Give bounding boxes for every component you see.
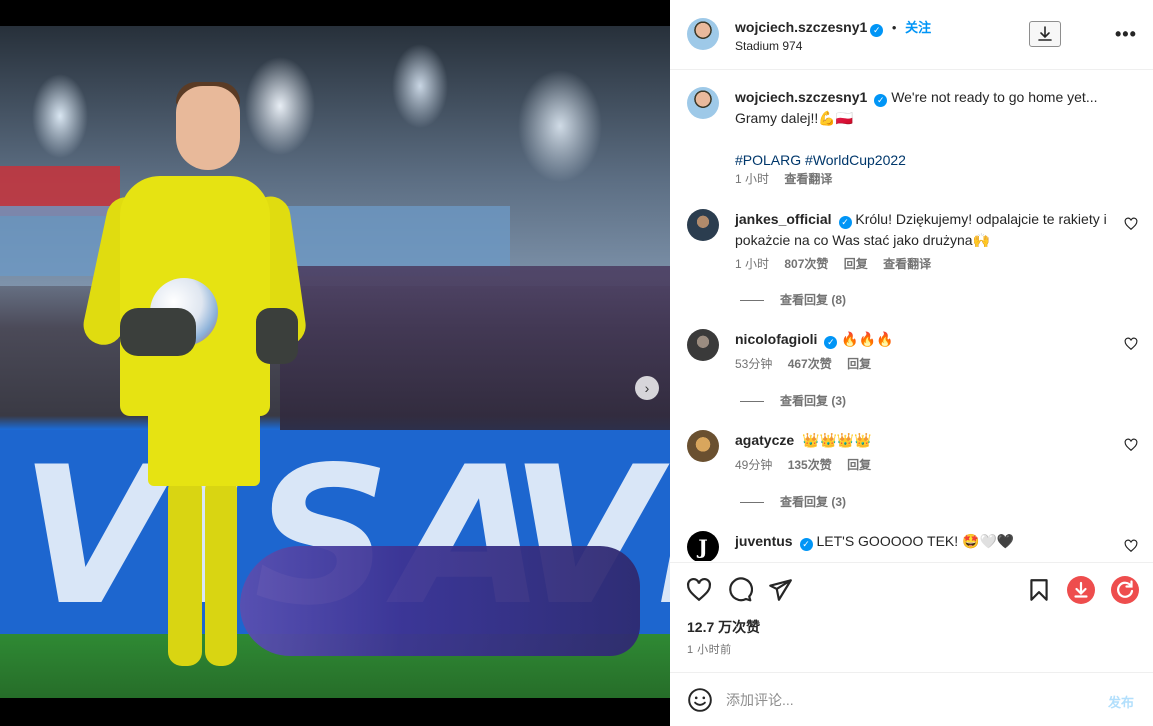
extension-refresh-button[interactable] [1111, 576, 1139, 604]
comment-time[interactable]: 49分钟 [735, 458, 772, 472]
post-comment-button[interactable]: 发布 [1108, 692, 1134, 711]
caption-translate-link[interactable]: 查看翻译 [784, 172, 832, 186]
like-comment-heart-icon[interactable] [1124, 337, 1138, 351]
comments-list[interactable]: wojciech.szczesny1 ✓ We're not ready to g… [670, 70, 1153, 561]
like-heart-icon[interactable] [686, 577, 712, 603]
caption-username[interactable]: wojciech.szczesny1 [735, 89, 867, 105]
photo-keeper-leg [168, 476, 202, 666]
verified-badge-icon: ✓ [874, 94, 888, 107]
like-comment-heart-icon[interactable] [1124, 217, 1138, 231]
follow-button[interactable]: 关注 [905, 20, 931, 35]
caption: wojciech.szczesny1 ✓ We're not ready to g… [687, 87, 1137, 187]
comment-likes[interactable]: 135次赞 [788, 458, 832, 472]
chevron-right-icon: › [644, 380, 650, 396]
share-send-icon[interactable] [767, 577, 793, 603]
photo-keeper-glove [256, 308, 298, 364]
comment-username[interactable]: nicolofagioli [735, 331, 817, 347]
comment-translate-link[interactable]: 查看翻译 [883, 257, 931, 271]
caption-author-avatar[interactable] [687, 87, 719, 119]
comment-avatar[interactable]: J [687, 531, 719, 561]
comment-reply-button[interactable]: 回复 [844, 257, 868, 271]
save-bookmark-icon[interactable] [1026, 577, 1052, 603]
like-comment-heart-icon[interactable] [1124, 438, 1138, 452]
view-replies-button[interactable]: 查看回复 (3) [740, 392, 846, 409]
comment-text: juventus ✓ LET'S GOOOOO TEK! 🤩🤍🖤 [735, 531, 1107, 552]
author-username[interactable]: wojciech.szczesny1 [735, 19, 867, 35]
extension-download-button[interactable] [1067, 576, 1095, 604]
caption-line-2: Gramy dalej!!💪🇵🇱 [735, 110, 854, 126]
emoji-smiley-icon[interactable] [687, 687, 713, 713]
like-count[interactable]: 12.7 万次赞 [687, 617, 760, 637]
comment-username[interactable]: jankes_official [735, 211, 832, 227]
comment-username[interactable]: agatycze [735, 432, 794, 448]
comment-message: 🔥🔥🔥 [841, 331, 894, 347]
caption-line-1: We're not ready to go home yet... [891, 89, 1098, 105]
comment-avatar[interactable] [687, 430, 719, 462]
view-replies-button[interactable]: 查看回复 (8) [740, 291, 846, 308]
carousel-next-button[interactable]: › [635, 376, 659, 400]
comment-text: agatycze 👑👑👑👑 [735, 430, 1107, 451]
download-arrow-icon [1074, 581, 1088, 598]
author-line: wojciech.szczesny1 ✓ • 关注 [735, 17, 931, 37]
comment-meta: 49分钟 135次赞 回复 [735, 456, 883, 473]
photo-keeper-glove [120, 308, 196, 356]
caption-text: wojciech.szczesny1 ✓ We're not ready to g… [735, 87, 1107, 171]
comment-meta: 1 小时 807次赞 回复 查看翻译 [735, 255, 943, 272]
comment-composer: 发布 [670, 672, 1153, 726]
caption-hashtags[interactable]: #POLARG #WorldCup2022 [735, 152, 906, 168]
separator-dot: • [891, 20, 897, 35]
download-button[interactable] [1029, 21, 1061, 47]
verified-badge-icon: ✓ [838, 216, 852, 229]
comment-message: 👑👑👑👑 [802, 432, 872, 448]
view-replies-button[interactable]: 查看回复 (3) [740, 493, 846, 510]
refresh-icon [1117, 580, 1134, 598]
comment-avatar[interactable] [687, 209, 719, 241]
post-actions: 12.7 万次赞 1 小时前 [670, 562, 1153, 672]
download-icon [1038, 26, 1052, 41]
comment-text: jankes_official ✓ Królu! Dziękujemy! odpa… [735, 209, 1107, 251]
post-detail-panel: wojciech.szczesny1 ✓ • 关注 Stadium 974 •••… [670, 0, 1153, 726]
comment-time[interactable]: 1 小时 [735, 257, 769, 271]
author-avatar[interactable] [687, 18, 719, 50]
post-media-carousel[interactable]: VISA VIS › [0, 26, 670, 698]
post-location[interactable]: Stadium 974 [735, 39, 802, 53]
more-options-button[interactable]: ••• [1115, 24, 1137, 45]
comment-meta: 53分钟 467次赞 回复 [735, 355, 883, 372]
photo-keeper-head [176, 86, 240, 170]
comment-item: nicolofagioli ✓ 🔥🔥🔥 53分钟 467次赞 回复 [687, 329, 1138, 389]
photo-keeper-leg [205, 476, 237, 666]
comment-likes[interactable]: 467次赞 [788, 357, 832, 371]
comment-text: nicolofagioli ✓ 🔥🔥🔥 [735, 329, 1107, 350]
comment-message: LET'S GOOOOO TEK! 🤩🤍🖤 [816, 533, 1015, 549]
verified-badge-icon: ✓ [799, 538, 813, 551]
post-header: wojciech.szczesny1 ✓ • 关注 Stadium 974 ••• [670, 0, 1153, 70]
comment-time[interactable]: 53分钟 [735, 357, 772, 371]
post-timestamp[interactable]: 1 小时前 [687, 641, 732, 657]
comment-reply-button[interactable]: 回复 [847, 458, 871, 472]
verified-badge-icon: ✓ [870, 24, 884, 37]
comment-avatar[interactable] [687, 329, 719, 361]
comment-username[interactable]: juventus [735, 533, 793, 549]
comment-likes[interactable]: 807次赞 [784, 257, 828, 271]
caption-meta: 1 小时 查看翻译 [735, 170, 844, 187]
comment-bubble-icon[interactable] [727, 577, 753, 603]
like-comment-heart-icon[interactable] [1124, 539, 1138, 553]
comment-item: agatycze 👑👑👑👑 49分钟 135次赞 回复 [687, 430, 1138, 490]
verified-badge-icon: ✓ [824, 336, 838, 349]
caption-time[interactable]: 1 小时 [735, 172, 769, 186]
comment-input[interactable] [726, 687, 1086, 713]
photo-player-lying [240, 546, 640, 656]
comment-item: J juventus ✓ LET'S GOOOOO TEK! 🤩🤍🖤 [687, 531, 1138, 561]
comment-reply-button[interactable]: 回复 [847, 357, 871, 371]
